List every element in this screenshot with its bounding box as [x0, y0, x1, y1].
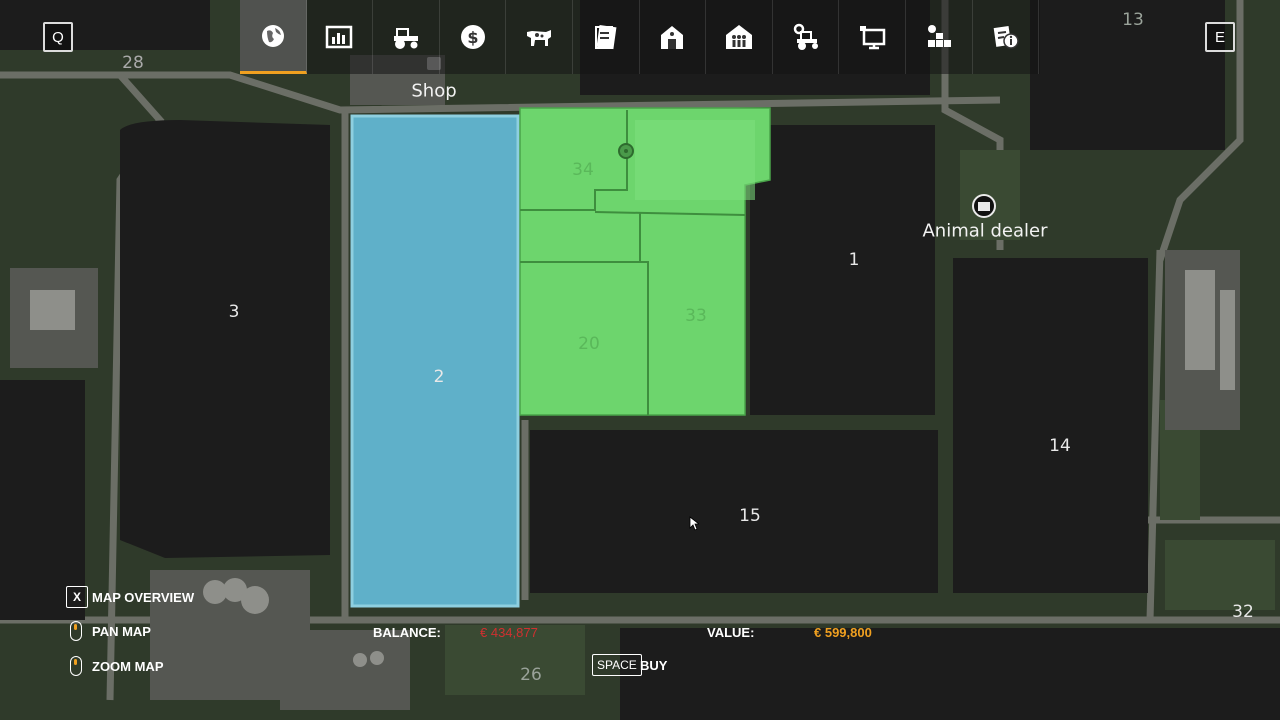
tractor-icon [393, 28, 418, 49]
field-2-selected-area [350, 114, 520, 608]
tab-display[interactable] [839, 0, 906, 74]
map-overview-label: MAP OVERVIEW [92, 589, 195, 605]
poi-shop-label[interactable]: Shop [411, 81, 456, 102]
tab-map[interactable] [240, 0, 307, 74]
tab-finances[interactable]: $ [440, 0, 507, 74]
field-3-area [120, 120, 330, 558]
buy-key[interactable]: SPACE [592, 654, 642, 676]
field-14-area [953, 258, 1148, 593]
tab-workers[interactable] [706, 0, 773, 74]
tab-help[interactable] [973, 0, 1040, 74]
hint-map-overview[interactable]: X MAP OVERVIEW [66, 586, 194, 608]
tab-animals[interactable] [506, 0, 573, 74]
tab-barn[interactable] [640, 0, 707, 74]
finances-icon: $ [460, 25, 485, 49]
balance-value: € 434,877 [480, 625, 538, 640]
production-icon [927, 25, 951, 47]
globe-icon [261, 24, 284, 47]
help-info-icon [994, 25, 1020, 49]
balance-label: BALANCE: [373, 625, 441, 640]
animals-icon [527, 30, 552, 46]
field-15-area [530, 430, 938, 593]
contracts-icon [594, 24, 617, 50]
tab-contracts[interactable] [573, 0, 640, 74]
next-tab-key[interactable]: E [1205, 22, 1235, 52]
field-west-area [0, 380, 85, 620]
mouse-zoom-icon [70, 656, 82, 676]
vehicle-settings-icon [793, 23, 818, 50]
display-icon [860, 26, 886, 50]
field-south-area [620, 628, 1280, 720]
barn-icon [661, 26, 684, 49]
tab-production[interactable] [906, 0, 973, 74]
poi-animal-dealer-label[interactable]: Animal dealer [922, 221, 1047, 242]
svg-text:$: $ [467, 28, 478, 47]
field-28-area [0, 0, 210, 50]
mouse-pan-icon [70, 621, 82, 641]
value-label: VALUE: [707, 625, 755, 640]
field-value-amount: € 599,800 [814, 625, 872, 640]
hint-zoom-map: ZOOM MAP [66, 656, 164, 676]
field-13-area [1030, 0, 1225, 150]
hint-pan-map: PAN MAP [66, 621, 151, 641]
mouse-cursor-icon [689, 516, 699, 531]
tab-vehicles[interactable] [373, 0, 440, 74]
tab-statistics[interactable] [307, 0, 374, 74]
pan-map-label: PAN MAP [92, 623, 151, 639]
tab-vehicle-settings[interactable] [773, 0, 840, 74]
farm-map[interactable] [0, 0, 1280, 720]
statistics-icon [326, 25, 353, 49]
prev-tab-key[interactable]: Q [43, 22, 73, 52]
zoom-map-label: ZOOM MAP [92, 658, 164, 674]
buy-label[interactable]: BUY [640, 658, 667, 673]
map-overview-key: X [66, 586, 88, 608]
field-1-area [750, 125, 935, 415]
menu-tab-bar: $ [240, 0, 1040, 74]
workers-icon [725, 25, 752, 49]
